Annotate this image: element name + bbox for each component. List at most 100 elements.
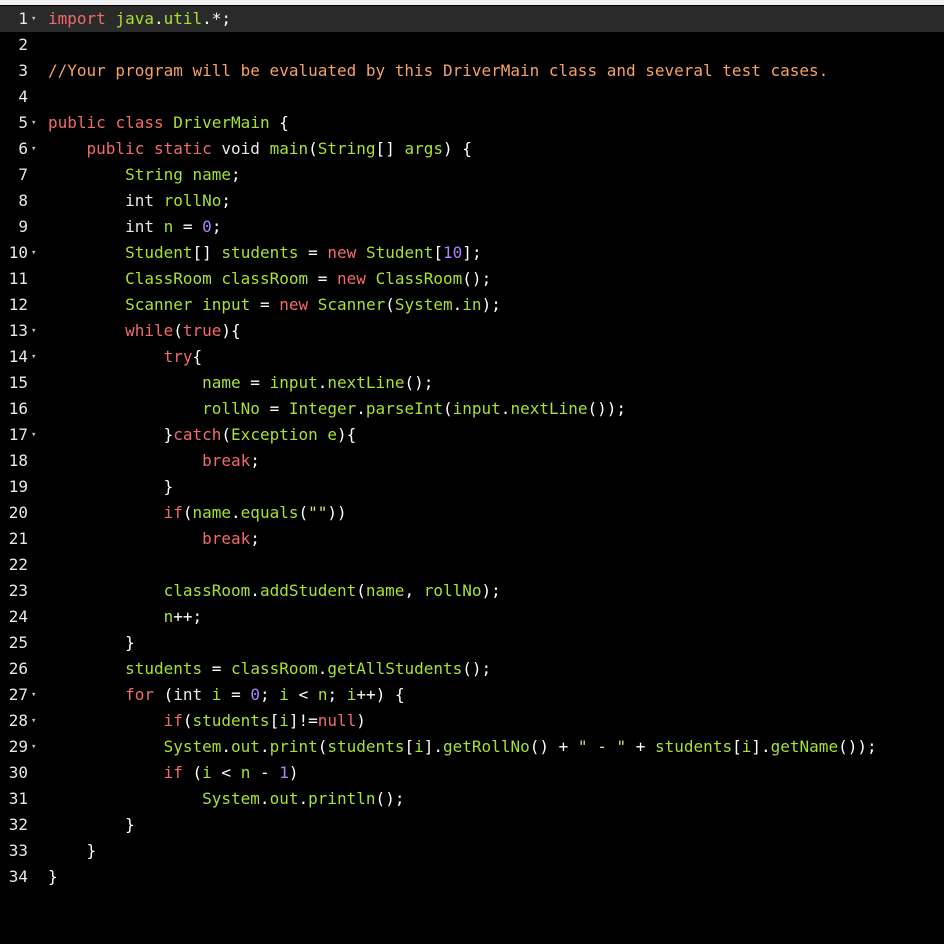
code-line[interactable]: 6 ▾ public static void main(String[] args… [0,136,944,162]
code-line[interactable]: 32 } [0,812,944,838]
fold-arrow-icon[interactable]: ▾ [31,240,41,266]
line-number: 28 [8,711,28,730]
fold-arrow-icon[interactable]: ▾ [31,422,41,448]
code-text[interactable]: } [48,474,174,500]
code-line[interactable]: 15 name = input.nextLine(); [0,370,944,396]
code-text[interactable]: rollNo = Integer.parseInt(input.nextLine… [48,396,626,422]
code-text[interactable]: ClassRoom classRoom = new ClassRoom(); [48,266,491,292]
line-number: 24 [8,607,28,626]
line-number: 13 [8,321,28,340]
code-line[interactable]: 8 int rollNo; [0,188,944,214]
code-text[interactable]: name = input.nextLine(); [48,370,433,396]
code-text[interactable]: classRoom.addStudent(name, rollNo); [48,578,501,604]
code-text[interactable]: for (int i = 0; i < n; i++) { [48,682,405,708]
code-text[interactable]: break; [48,448,260,474]
code-line[interactable]: 24 n++; [0,604,944,630]
code-line[interactable]: 26 students = classRoom.getAllStudents()… [0,656,944,682]
code-line[interactable]: 30 if (i < n - 1) [0,760,944,786]
code-text[interactable]: students = classRoom.getAllStudents(); [48,656,491,682]
line-number: 33 [8,841,28,860]
line-number: 32 [8,815,28,834]
code-text[interactable]: } [48,812,135,838]
code-line[interactable]: 20 if(name.equals("")) [0,500,944,526]
code-text[interactable]: if(name.equals("")) [48,500,347,526]
code-text[interactable]: //Your program will be evaluated by this… [48,58,828,84]
fold-arrow-icon[interactable]: ▾ [31,136,41,162]
code-text[interactable]: public static void main(String[] args) { [48,136,472,162]
code-editor[interactable]: 1 ▾ import java.util.*; 2 3//Your program wi… [0,0,944,944]
line-number: 27 [8,685,28,704]
code-text[interactable]: if(students[i]!=null) [48,708,366,734]
code-text[interactable]: if (i < n - 1) [48,760,299,786]
code-line[interactable]: 1 ▾ import java.util.*; [0,6,944,32]
code-text[interactable]: Student[] students = new Student[10]; [48,240,482,266]
code-line[interactable]: 13 ▾ while(true){ [0,318,944,344]
line-number: 15 [8,373,28,392]
editor-top-border [0,0,944,5]
code-line[interactable]: 27 ▾ for (int i = 0; i < n; i++) { [0,682,944,708]
code-text[interactable]: public class DriverMain { [48,110,289,136]
code-text[interactable]: String name; [48,162,241,188]
line-number: 17 [8,425,28,444]
line-number: 2 [18,35,28,54]
code-text[interactable]: System.out.print(students[i].getRollNo()… [48,734,877,760]
code-text[interactable]: try{ [48,344,203,370]
line-number: 29 [8,737,28,756]
line-number: 25 [8,633,28,652]
line-number: 7 [18,165,28,184]
line-number: 10 [8,243,28,262]
fold-arrow-icon[interactable]: ▾ [31,110,41,136]
code-line[interactable]: 2 [0,32,944,58]
line-number: 3 [18,61,28,80]
code-line[interactable]: 14 ▾ try{ [0,344,944,370]
code-text[interactable]: int rollNo; [48,188,231,214]
code-line[interactable]: 11 ClassRoom classRoom = new ClassRoom()… [0,266,944,292]
code-line[interactable]: 7 String name; [0,162,944,188]
code-text[interactable]: int n = 0; [48,214,221,240]
code-line[interactable]: 23 classRoom.addStudent(name, rollNo); [0,578,944,604]
code-text[interactable]: System.out.println(); [48,786,404,812]
code-line[interactable]: 18 break; [0,448,944,474]
code-line[interactable]: 12 Scanner input = new Scanner(System.in… [0,292,944,318]
code-text[interactable]: while(true){ [48,318,241,344]
line-number: 18 [8,451,28,470]
code-line[interactable]: 34} [0,864,944,890]
fold-arrow-icon[interactable]: ▾ [31,318,41,344]
code-text[interactable]: } [48,864,58,890]
fold-arrow-icon[interactable]: ▾ [31,708,41,734]
code-line[interactable]: 16 rollNo = Integer.parseInt(input.nextL… [0,396,944,422]
line-number: 31 [8,789,28,808]
code-text[interactable]: } [48,630,135,656]
code-lines[interactable]: 1 ▾ import java.util.*; 2 3//Your program wi… [0,6,944,890]
fold-arrow-icon[interactable]: ▾ [31,682,41,708]
code-text[interactable]: break; [48,526,260,552]
code-text[interactable]: n++; [48,604,203,630]
code-line[interactable]: 31 System.out.println(); [0,786,944,812]
fold-arrow-icon[interactable]: ▾ [31,6,41,32]
code-line[interactable]: 4 [0,84,944,110]
code-line[interactable]: 28 ▾ if(students[i]!=null) [0,708,944,734]
code-line[interactable]: 33 } [0,838,944,864]
code-line[interactable]: 10 ▾ Student[] students = new Student[10]… [0,240,944,266]
code-line[interactable]: 9 int n = 0; [0,214,944,240]
code-line[interactable]: 29 ▾ System.out.print(students[i].getRoll… [0,734,944,760]
line-number: 1 [18,9,28,28]
fold-arrow-icon[interactable]: ▾ [31,344,41,370]
code-line[interactable]: 21 break; [0,526,944,552]
code-text[interactable]: }catch(Exception e){ [48,422,357,448]
code-line[interactable]: 17 ▾ }catch(Exception e){ [0,422,944,448]
code-line[interactable]: 5 ▾ public class DriverMain { [0,110,944,136]
line-number: 8 [18,191,28,210]
code-text[interactable]: } [48,838,97,864]
code-line[interactable]: 3 //Your program will be evaluated by thi… [0,58,944,84]
line-number: 4 [18,87,28,106]
code-line[interactable]: 25 } [0,630,944,656]
code-line[interactable]: 22 [0,552,944,578]
code-text[interactable]: import java.util.*; [48,6,231,32]
fold-arrow-icon[interactable]: ▾ [31,734,41,760]
line-number: 19 [8,477,28,496]
line-number: 5 [18,113,28,132]
code-line[interactable]: 19 } [0,474,944,500]
line-number: 11 [8,269,28,288]
code-text[interactable]: Scanner input = new Scanner(System.in); [48,292,501,318]
